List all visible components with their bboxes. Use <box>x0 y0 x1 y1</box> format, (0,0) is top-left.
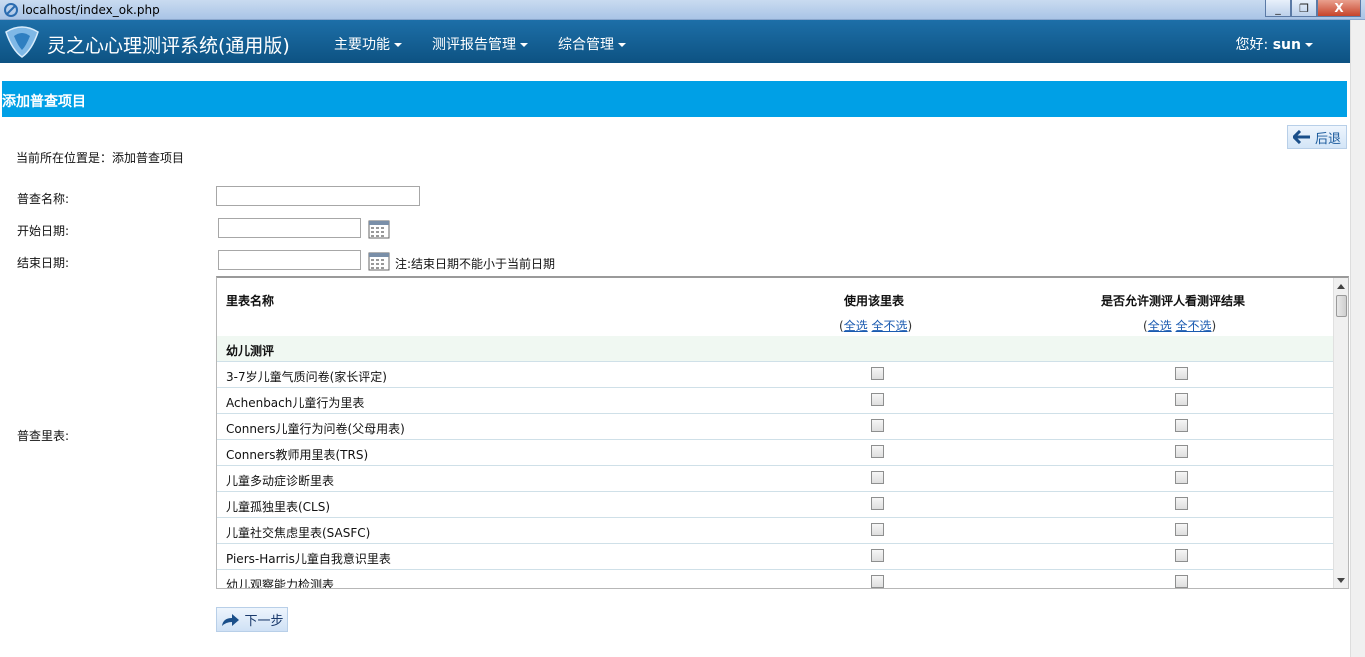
scale-name: 3-7岁儿童气质问卷(家长评定) <box>226 370 387 384</box>
scale-name: Achenbach儿童行为里表 <box>226 396 365 410</box>
next-step-button[interactable]: 下一步 <box>216 607 288 632</box>
page-scrollbar[interactable] <box>1350 20 1365 657</box>
use-checkbox[interactable] <box>871 575 884 588</box>
end-date-note: 注:结束日期不能小于当前日期 <box>395 257 556 271</box>
allow-select-none-link[interactable]: 全不选 <box>1176 319 1212 333</box>
table-row: Piers-Harris儿童自我意识里表 <box>217 544 1333 570</box>
scroll-thumb[interactable] <box>1336 295 1347 317</box>
browser-icon <box>4 3 18 17</box>
survey-name-input[interactable] <box>216 186 420 206</box>
name-label: 普查名称: <box>17 192 70 206</box>
caret-down-icon <box>394 43 402 47</box>
allow-checkbox[interactable] <box>1175 575 1188 588</box>
calendar-icon[interactable] <box>368 251 390 271</box>
use-select-controls: (全选 全不选) <box>839 319 913 333</box>
breadcrumb: 当前所在位置是：添加普查项目 <box>16 151 185 165</box>
group-label: 幼儿测评 <box>226 344 275 358</box>
menu-general-management[interactable]: 综合管理 <box>558 34 626 54</box>
table-row: Achenbach儿童行为里表 <box>217 388 1333 414</box>
col-use-scale: 使用该里表 <box>844 294 905 308</box>
menu-main-functions[interactable]: 主要功能 <box>334 34 402 54</box>
table-row: Conners儿童行为问卷(父母用表) <box>217 414 1333 440</box>
arrow-left-icon <box>1292 130 1310 144</box>
allow-checkbox[interactable] <box>1175 549 1188 562</box>
calendar-icon[interactable] <box>368 219 390 239</box>
table-row: 儿童孤独里表(CLS) <box>217 492 1333 518</box>
section-title: 添加普查项目 <box>2 94 86 110</box>
scales-table: 里表名称 使用该里表 (全选 全不选) 是否允许测评人看测评结果 (全选 全不选… <box>216 276 1349 589</box>
use-checkbox[interactable] <box>871 367 884 380</box>
group-row: 幼儿测评 <box>217 336 1333 362</box>
col-allow-view: 是否允许测评人看测评结果 <box>1101 294 1246 308</box>
window-titlebar: localhost/index_ok.php _ ❐ X <box>0 0 1365 20</box>
table-row: 儿童多动症诊断里表 <box>217 466 1333 492</box>
use-select-none-link[interactable]: 全不选 <box>872 319 908 333</box>
scroll-down-icon[interactable] <box>1337 578 1345 583</box>
logo-icon <box>5 26 39 58</box>
allow-checkbox[interactable] <box>1175 471 1188 484</box>
scale-name: Conners教师用里表(TRS) <box>226 448 369 462</box>
use-select-all-link[interactable]: 全选 <box>844 319 868 333</box>
scale-name: 幼儿观察能力检测表 <box>226 578 335 589</box>
table-scrollbar[interactable] <box>1333 278 1348 588</box>
arrow-forward-icon <box>222 613 240 626</box>
menu-report-management[interactable]: 测评报告管理 <box>432 34 528 54</box>
table-body: 幼儿测评 3-7岁儿童气质问卷(家长评定) Achenbach儿童行为里表 Co… <box>217 336 1333 589</box>
use-checkbox[interactable] <box>871 471 884 484</box>
top-navbar: 灵之心心理测评系统(通用版) 主要功能 测评报告管理 综合管理 您好: sun <box>0 20 1350 63</box>
allow-select-all-link[interactable]: 全选 <box>1148 319 1172 333</box>
scroll-up-icon[interactable] <box>1337 284 1345 289</box>
start-date-input[interactable] <box>218 218 361 238</box>
use-checkbox[interactable] <box>871 445 884 458</box>
table-row: Conners教师用里表(TRS) <box>217 440 1333 466</box>
scale-name: 儿童孤独里表(CLS) <box>226 500 331 514</box>
scale-name: Conners儿童行为问卷(父母用表) <box>226 422 405 436</box>
caret-down-icon <box>520 43 528 47</box>
use-checkbox[interactable] <box>871 393 884 406</box>
scale-name: Piers-Harris儿童自我意识里表 <box>226 552 391 566</box>
window-title: localhost/index_ok.php <box>22 3 160 17</box>
start-date-label: 开始日期: <box>17 224 70 238</box>
end-date-label: 结束日期: <box>17 256 70 270</box>
allow-checkbox[interactable] <box>1175 445 1188 458</box>
use-checkbox[interactable] <box>871 523 884 536</box>
scales-label: 普查里表: <box>17 429 70 443</box>
scale-name: 儿童多动症诊断里表 <box>226 474 335 488</box>
use-checkbox[interactable] <box>871 549 884 562</box>
caret-down-icon <box>618 43 626 47</box>
allow-checkbox[interactable] <box>1175 393 1188 406</box>
allow-checkbox[interactable] <box>1175 367 1188 380</box>
end-date-input[interactable] <box>218 250 361 270</box>
table-row: 儿童社交焦虑里表(SASFC) <box>217 518 1333 544</box>
minimize-button[interactable]: _ <box>1265 0 1291 17</box>
maximize-button[interactable]: ❐ <box>1291 0 1317 17</box>
table-row: 3-7岁儿童气质问卷(家长评定) <box>217 362 1333 388</box>
brand-title: 灵之心心理测评系统(通用版) <box>47 35 290 57</box>
allow-select-controls: (全选 全不选) <box>1143 319 1217 333</box>
allow-checkbox[interactable] <box>1175 419 1188 432</box>
use-checkbox[interactable] <box>871 497 884 510</box>
table-header: 里表名称 使用该里表 (全选 全不选) 是否允许测评人看测评结果 (全选 全不选… <box>217 278 1333 336</box>
allow-checkbox[interactable] <box>1175 497 1188 510</box>
user-menu[interactable]: 您好: sun <box>1236 34 1313 54</box>
scale-name: 儿童社交焦虑里表(SASFC) <box>226 526 371 540</box>
allow-checkbox[interactable] <box>1175 523 1188 536</box>
use-checkbox[interactable] <box>871 419 884 432</box>
section-header: 添加普查项目 <box>2 81 1347 117</box>
back-button[interactable]: 后退 <box>1287 125 1347 149</box>
caret-down-icon <box>1305 43 1313 47</box>
close-button[interactable]: X <box>1317 0 1361 17</box>
table-row: 幼儿观察能力检测表 <box>217 570 1333 589</box>
col-scale-name: 里表名称 <box>226 294 275 308</box>
